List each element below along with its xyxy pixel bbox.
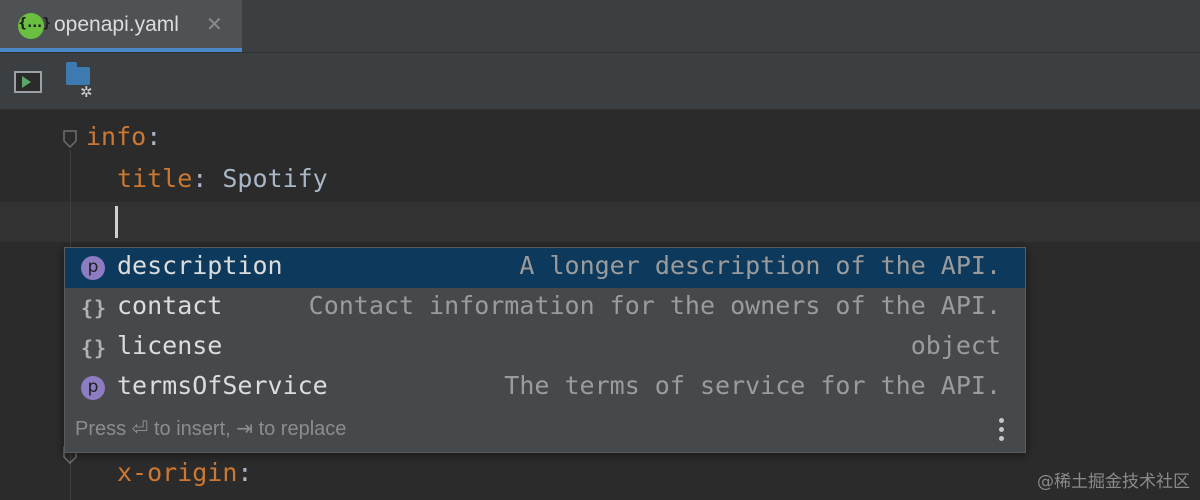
completion-item-description-text: object xyxy=(910,331,1001,360)
completion-item-name: contact xyxy=(117,291,223,320)
more-options-icon[interactable] xyxy=(999,418,1005,445)
tab-openapi-yaml[interactable]: {...} openapi.yaml ✕ xyxy=(0,0,242,52)
yaml-key: title xyxy=(117,164,193,193)
completion-item-name: description xyxy=(117,251,283,280)
completion-item-contact[interactable]: {} contact Contact information for the o… xyxy=(65,288,1025,328)
completion-item-description-text: Contact information for the owners of th… xyxy=(308,291,1001,320)
property-icon: p xyxy=(81,256,105,280)
code-completion-popup: p description A longer description of th… xyxy=(64,247,1026,453)
code-line-x-origin: x-origin: xyxy=(117,458,253,487)
code-line-info: info: xyxy=(86,122,162,151)
object-icon: {} xyxy=(81,296,108,320)
current-line-highlight xyxy=(0,202,1200,242)
active-tab-indicator xyxy=(0,48,242,52)
editor-toolbar: ✲ xyxy=(0,53,1200,110)
property-icon: p xyxy=(81,376,105,400)
run-panel-icon[interactable] xyxy=(14,71,42,93)
yaml-key: x-origin xyxy=(117,458,238,487)
fold-marker-icon[interactable] xyxy=(63,130,77,148)
watermark: @稀土掘金技术社区 xyxy=(1037,472,1190,492)
code-line-title: title: Spotify xyxy=(117,164,328,193)
gear-icon: ✲ xyxy=(80,83,93,101)
completion-item-license[interactable]: {} license object xyxy=(65,328,1025,368)
text-cursor xyxy=(115,206,118,238)
close-icon[interactable]: ✕ xyxy=(206,12,223,36)
openapi-file-icon: {...} xyxy=(18,13,51,39)
yaml-key: info xyxy=(86,122,147,151)
editor-tab-bar: {...} openapi.yaml ✕ xyxy=(0,0,1200,53)
completion-item-description[interactable]: p description A longer description of th… xyxy=(65,248,1025,288)
object-icon: {} xyxy=(81,336,108,360)
completion-item-name: termsOfService xyxy=(117,371,328,400)
completion-item-description-text: The terms of service for the API. xyxy=(504,371,1001,400)
completion-item-termsofservice[interactable]: p termsOfService The terms of service fo… xyxy=(65,368,1025,408)
completion-item-name: license xyxy=(117,331,223,360)
completion-hint: Press ⏎ to insert, ⇥ to replace xyxy=(75,418,347,440)
yaml-value: Spotify xyxy=(222,164,328,193)
tab-label: openapi.yaml xyxy=(54,13,179,36)
completion-item-description-text: A longer description of the API. xyxy=(519,251,1001,280)
